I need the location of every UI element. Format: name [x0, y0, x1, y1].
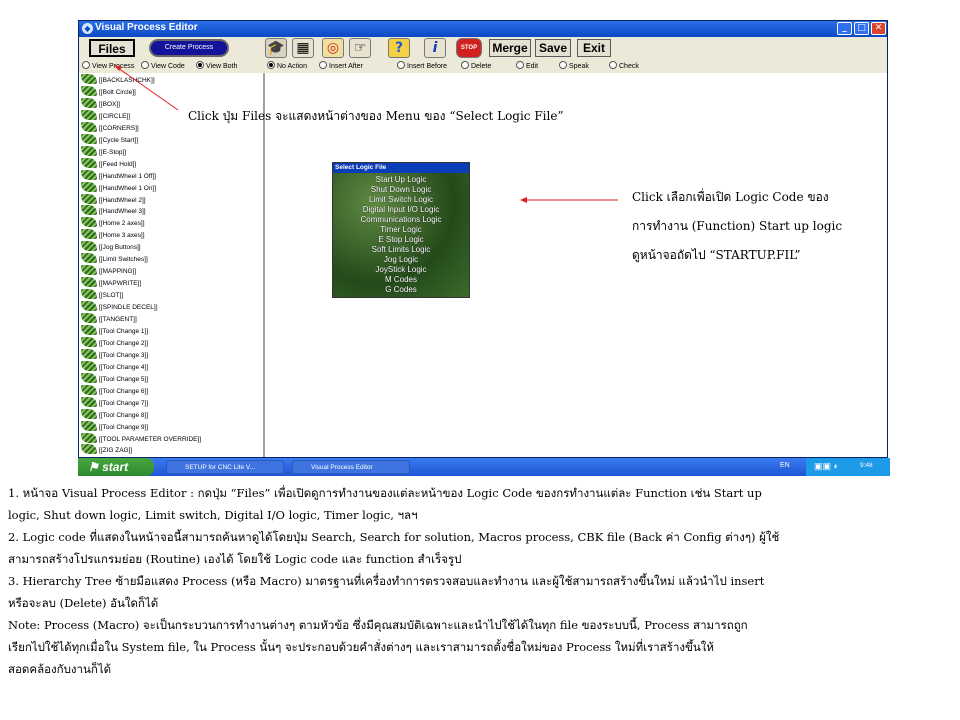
- logic-annotation-line-3: ดูหน้าจอถัดไป “STARTUP.FIL”: [632, 248, 801, 262]
- caption-line: logic, Shut down logic, Limit switch, Di…: [8, 508, 418, 522]
- logic-arrow-head: [520, 197, 527, 203]
- caption-line: เรียกไปใช้ได้ทุกเมื่อใน System file, ใน …: [8, 640, 714, 654]
- caption-text: 1. หน้าจอ Visual Process Editor : กดปุ่ม…: [8, 482, 956, 680]
- logic-annotation-line-2: การทำงาน (Function) Start up logic: [632, 219, 843, 233]
- files-annotation: Click ปุ่ม Files จะแสดงหน้าต่างของ Menu …: [188, 109, 564, 123]
- caption-line: หรือจะลบ (Delete) อันใดก็ได้: [8, 596, 159, 610]
- caption-line: 3. Hierarchy Tree ซ้ายมือแสดง Process (ห…: [8, 574, 765, 588]
- logic-annotation-line-1: Click เลือกเพื่อเปิด Logic Code ของ: [632, 190, 829, 204]
- caption-line: 1. หน้าจอ Visual Process Editor : กดปุ่ม…: [8, 486, 762, 500]
- caption-line: Note: Process (Macro) จะเป็นกระบวนการทำง…: [8, 618, 748, 632]
- caption-line: สอดคล้องกับงานก็ได้: [8, 662, 112, 676]
- caption-line: 2. Logic code ที่แสดงในหน้าจอนี้สามารถค้…: [8, 530, 780, 544]
- files-arrow-line: [117, 67, 179, 111]
- caption-line: สามารถสร้างโปรแกรมย่อย (Routine) เองได้ …: [8, 552, 462, 566]
